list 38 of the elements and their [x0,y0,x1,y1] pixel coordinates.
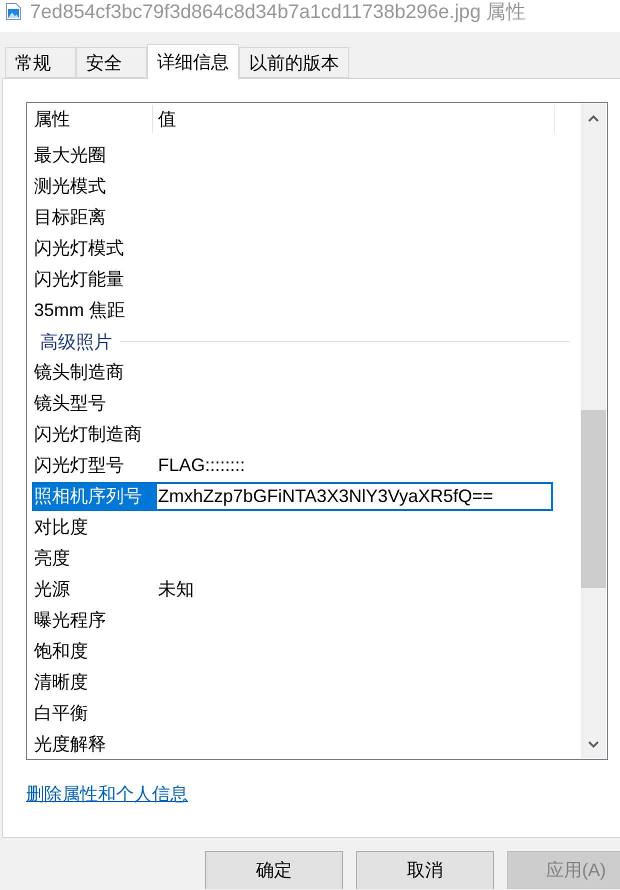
value-input-field[interactable]: ZmxhZzp7bGFiNTA3X3NlY3VyaXR5fQ== [155,482,553,511]
scrollbar[interactable] [581,103,606,759]
property-name[interactable]: 对比度 [32,513,155,542]
property-value: 未知 [158,578,194,601]
window-title: 7ed854cf3bc79f3d864c8d34b7a1cd11738b296e.jpg 属性 [30,1,526,23]
property-name[interactable]: 测光模式 [32,172,155,201]
property-name[interactable]: 镜头型号 [32,389,155,418]
property-name[interactable]: 曝光程序 [32,606,155,635]
tab[interactable]: 安全 [76,47,147,78]
group-header: 高级照片 [40,330,112,352]
chevron-up-icon [588,114,599,122]
property-name[interactable]: 闪光灯型号 [32,451,155,480]
dialog-button[interactable]: 取消 [356,851,494,889]
property-name[interactable]: 镜头制造商 [32,358,155,387]
property-name[interactable]: 清晰度 [32,668,155,697]
property-name[interactable]: 闪光灯模式 [32,234,155,263]
column-header[interactable]: 属性 [27,103,152,135]
property-name[interactable]: 光源 [32,575,155,604]
scrollbar-thumb[interactable] [581,410,606,588]
property-name[interactable]: 照相机序列号 [32,482,155,511]
property-value: FLAG:::::::: [158,454,246,477]
property-name[interactable]: 目标距离 [32,203,155,232]
property-name[interactable]: 光度解释 [32,730,155,759]
tab[interactable]: 详细信息 [147,44,239,79]
property-name[interactable]: 闪光灯制造商 [32,420,155,449]
property-name[interactable]: 亮度 [32,544,155,573]
property-name[interactable]: 35mm 焦距 [32,296,155,325]
dialog-button[interactable]: 确定 [205,851,343,889]
tab[interactable]: 常规 [5,47,76,78]
column-header[interactable]: 值 [153,103,554,135]
remove-properties-link[interactable]: 删除属性和个人信息 [26,784,188,804]
property-name[interactable]: 白平衡 [32,699,155,728]
property-name[interactable]: 饱和度 [32,637,155,666]
property-name[interactable]: 最大光圈 [32,141,155,170]
image-file-icon [6,3,21,20]
chevron-down-icon [588,740,599,748]
tab[interactable]: 以前的版本 [239,47,349,78]
property-name[interactable]: 闪光灯能量 [32,265,155,294]
